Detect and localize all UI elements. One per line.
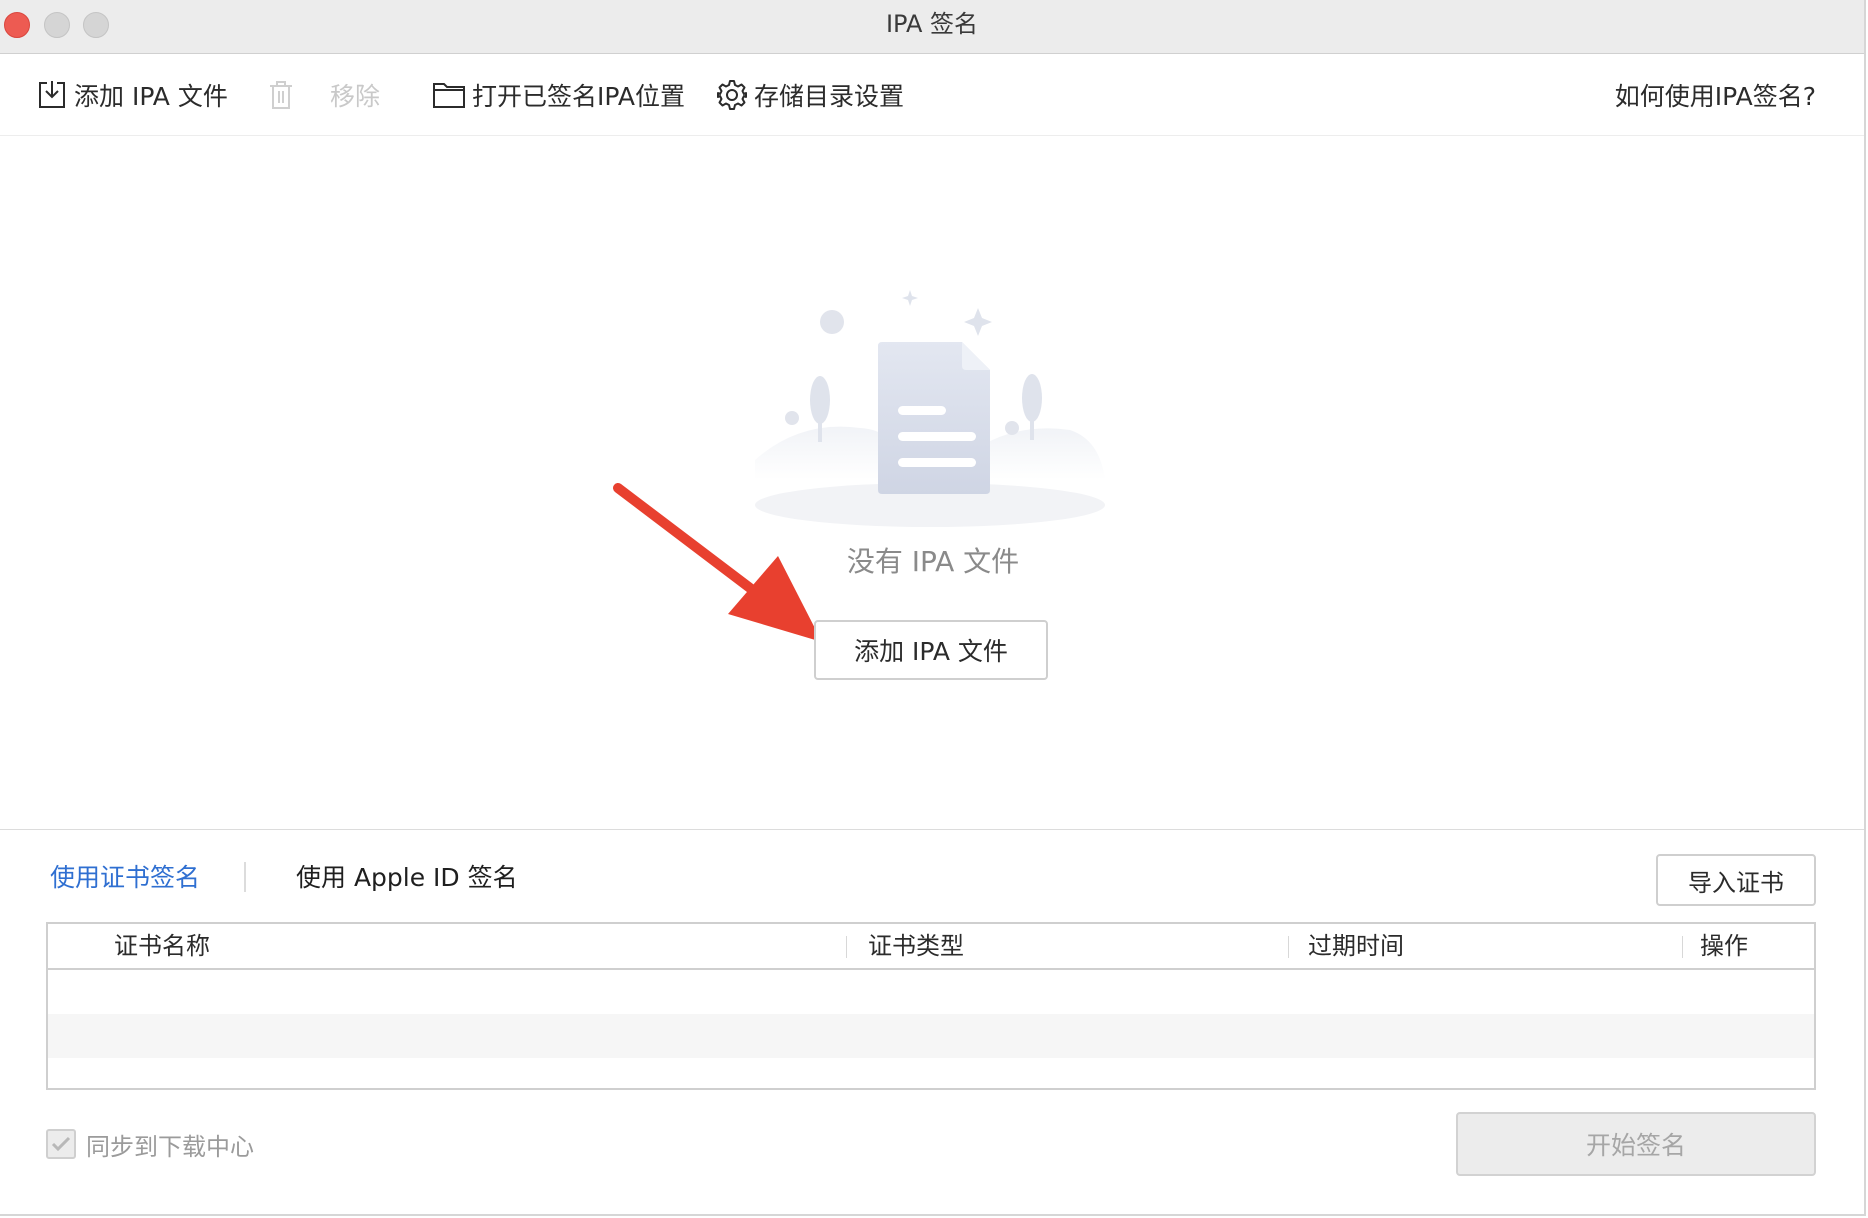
tab-apple-id-signing[interactable]: 使用 Apple ID 签名 [296,858,518,898]
certificate-table: 证书名称 证书类型 过期时间 操作 [46,922,1816,1090]
window-title: IPA 签名 [885,10,979,38]
checkmark-icon [51,1136,71,1152]
title-bar: IPA 签名 [0,0,1864,54]
empty-state-message: 没有 IPA 文件 [846,545,1020,578]
column-header-actions[interactable]: 操作 [1700,924,1748,968]
open-signed-location-button[interactable]: 打开已签名IPA位置 [432,54,685,136]
storage-settings-button[interactable]: 存储目录设置 [716,54,904,136]
add-ipa-toolbar-button[interactable]: 添加 IPA 文件 [36,54,228,136]
toolbar: 添加 IPA 文件 移除 打开已签名IPA位置 存储目录设置 如何使用IPA签名… [0,54,1864,136]
storage-settings-label: 存储目录设置 [754,82,905,111]
import-file-icon [39,81,65,108]
table-header: 证书名称 证书类型 过期时间 操作 [48,924,1814,970]
gear-icon [717,80,747,110]
tab-divider [244,862,246,892]
import-certificate-button[interactable]: 导入证书 [1656,854,1816,906]
column-separator [846,936,847,958]
start-signing-button[interactable]: 开始签名 [1456,1112,1816,1176]
sync-label: 同步到下载中心 [86,1132,254,1161]
sync-checkbox[interactable] [46,1129,76,1159]
app-window: IPA 签名 添加 IPA 文件 移除 打开已签名IPA位置 存储目录设置 如何… [0,0,1866,1216]
open-signed-location-label: 打开已签名IPA位置 [472,82,685,111]
add-ipa-toolbar-label: 添加 IPA 文件 [74,82,228,111]
column-header-certificate-type[interactable]: 证书类型 [868,924,964,968]
table-row [48,1014,1814,1058]
panel-divider [0,829,1864,830]
tab-certificate-signing[interactable]: 使用证书签名 [50,858,200,898]
remove-toolbar-label: 移除 [330,82,381,111]
help-link[interactable]: 如何使用IPA签名? [1615,54,1816,136]
add-ipa-button[interactable]: 添加 IPA 文件 [814,620,1048,680]
trash-icon [270,81,292,109]
table-row [48,970,1814,1014]
column-separator [1288,936,1289,958]
column-separator [1682,936,1683,958]
annotation-arrow [613,483,822,642]
folder-icon [433,83,465,108]
sync-download-center-option[interactable]: 同步到下载中心 [46,1126,254,1162]
remove-toolbar-button[interactable]: 移除 [266,54,380,136]
column-header-certificate-name[interactable]: 证书名称 [114,924,210,968]
column-header-expiry-time[interactable]: 过期时间 [1308,924,1404,968]
